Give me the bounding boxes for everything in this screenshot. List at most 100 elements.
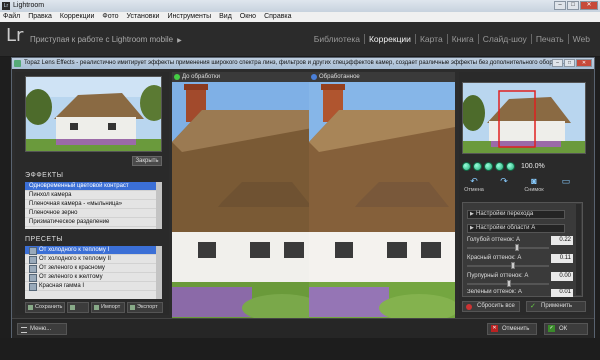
navigator-thumbnail[interactable] <box>462 82 586 154</box>
red-tint-label: Красный оттенок: A <box>467 255 522 261</box>
undo-tool[interactable]: ↶ Отмена <box>462 176 486 198</box>
tool-row: ↶ Отмена ↷ ◙ Снимок ▭ <box>462 176 586 198</box>
close-button[interactable]: Закрыть <box>132 156 162 166</box>
effect-item[interactable]: Одновременный цветовой контраст <box>25 182 162 191</box>
before-label: До обработки <box>182 74 220 80</box>
module-library[interactable]: Библиотека <box>310 34 365 44</box>
preset-item[interactable]: От зеленого к красному <box>25 264 162 273</box>
after-header: Обработанное <box>309 72 455 82</box>
zoom-fill-icon[interactable] <box>506 161 515 171</box>
module-book[interactable]: Книга <box>448 34 479 44</box>
cyan-tint-knob[interactable] <box>515 244 519 251</box>
right-panel-edge <box>595 57 600 338</box>
undo-icon: ↶ <box>470 176 478 186</box>
dialog-minimize-button[interactable]: – <box>552 59 563 67</box>
green-tint-control: Зеленый оттенок: A 0.01 <box>467 289 579 297</box>
menu-window[interactable]: Окно <box>240 12 256 22</box>
menu-settings[interactable]: Установки <box>127 12 160 22</box>
close-window-button[interactable]: ✕ <box>580 1 598 10</box>
camera-icon: ◙ <box>531 176 537 186</box>
effect-item[interactable]: Пленочная камера - «мыльница» <box>25 200 162 209</box>
magenta-tint-knob[interactable] <box>507 280 511 287</box>
adjustments-box: Настройки перехода Настройки области A Г… <box>462 202 583 297</box>
maximize-button[interactable]: □ <box>567 1 579 10</box>
adjustments-panel: 100.0% ↶Отмена ↷ ◙Снимок ▭ Настройки пер… <box>459 72 591 315</box>
preset-item[interactable]: От зеленого к желтому <box>25 273 162 282</box>
preset-toolbar: Сохранить Импорт Экспорт <box>25 302 169 313</box>
red-tint-knob[interactable] <box>511 262 515 269</box>
menu-help[interactable]: Справка <box>264 12 291 22</box>
module-map[interactable]: Карта <box>416 34 448 44</box>
import-button[interactable]: Импорт <box>91 302 125 313</box>
cyan-tint-label: Голубой оттенок: A <box>467 237 520 243</box>
lightroom-header: Lr Приступая к работе с Lightroom mobile… <box>0 22 600 56</box>
before-image[interactable] <box>172 82 318 328</box>
delete-preset-button[interactable] <box>67 302 89 313</box>
left-panel-edge <box>0 57 11 338</box>
reset-all-button[interactable]: Сбросить все <box>462 301 520 312</box>
green-tint-value[interactable]: 0.01 <box>551 289 573 297</box>
apply-button[interactable]: Применить <box>526 301 586 312</box>
module-picker: Библиотека Коррекции Карта Книга Слайд-ш… <box>310 34 594 44</box>
zoom-actual-icon[interactable] <box>495 161 504 171</box>
after-image[interactable] <box>309 82 455 328</box>
green-tint-label: Зеленый оттенок: A <box>467 289 522 295</box>
effect-item[interactable]: Пинхол камера <box>25 191 162 200</box>
snapshot-tool[interactable]: ◙ Снимок <box>522 176 546 198</box>
effects-list[interactable]: Одновременный цветовой контраст Пинхол к… <box>25 182 162 229</box>
module-develop[interactable]: Коррекции <box>365 34 416 44</box>
dialog-footer: Меню... Отменить ОК <box>12 318 594 338</box>
module-print[interactable]: Печать <box>532 34 569 44</box>
dialog-maximize-button[interactable]: □ <box>564 59 575 67</box>
cyan-tint-slider[interactable] <box>467 247 549 249</box>
redo-icon: ↷ <box>500 176 508 186</box>
presets-scrollbar[interactable] <box>156 246 162 299</box>
zoom-in-icon[interactable] <box>473 161 482 171</box>
module-web[interactable]: Web <box>569 34 594 44</box>
export-button[interactable]: Экспорт <box>127 302 163 313</box>
preset-item[interactable]: От холодного к теплому II <box>25 255 162 264</box>
window-title: Lightroom <box>13 2 45 9</box>
redo-tool[interactable]: ↷ <box>492 176 516 198</box>
arrow-right-icon: ▶ <box>177 38 182 44</box>
comment-tool[interactable]: ▭ <box>554 176 578 198</box>
magenta-tint-value[interactable]: 0.00 <box>551 272 573 281</box>
menu-tools[interactable]: Инструменты <box>167 12 211 22</box>
effect-item[interactable]: Пленочное зерно <box>25 209 162 218</box>
zoom-fit-icon[interactable] <box>484 161 493 171</box>
menu-edit[interactable]: Правка <box>28 12 52 22</box>
presets-list[interactable]: От холодного к теплому I От холодного к … <box>25 246 162 299</box>
dialog-title: Topaz Lens Effects - реалистично имитиру… <box>24 60 564 66</box>
zoom-level: 100.0% <box>521 162 545 170</box>
save-preset-button[interactable]: Сохранить <box>25 302 65 313</box>
adjustments-scrollbar[interactable] <box>576 204 581 295</box>
menu-button[interactable]: Меню... <box>17 323 67 335</box>
preset-item[interactable]: Красная гамма I <box>25 282 162 291</box>
after-indicator-icon <box>311 74 317 80</box>
effect-item[interactable]: Призматическое разделение <box>25 218 162 227</box>
area-a-settings-section[interactable]: Настройки области A <box>467 224 565 233</box>
menu-file[interactable]: Файл <box>3 12 20 22</box>
speech-bubble-icon: ▭ <box>561 176 571 186</box>
mobile-promo[interactable]: Приступая к работе с Lightroom mobile ▶ <box>30 35 182 44</box>
effects-panel: Закрыть ЭФФЕКТЫ Одновременный цветовой к… <box>15 72 169 315</box>
red-tint-slider[interactable] <box>467 265 549 267</box>
menu-photo[interactable]: Фото <box>102 12 118 22</box>
red-tint-value[interactable]: 0.11 <box>551 254 573 263</box>
cancel-button[interactable]: Отменить <box>487 323 537 335</box>
magenta-tint-label: Пурпурный оттенок: A <box>467 273 529 279</box>
transition-settings-section[interactable]: Настройки перехода <box>467 210 565 219</box>
effects-scrollbar[interactable] <box>156 182 162 229</box>
module-slideshow[interactable]: Слайд-шоу <box>479 34 532 44</box>
menu-develop[interactable]: Коррекции <box>60 12 95 22</box>
before-preview: До обработки <box>172 72 318 328</box>
after-label: Обработанное <box>319 74 360 80</box>
zoom-out-icon[interactable] <box>462 161 471 171</box>
preset-item[interactable]: От холодного к теплому I <box>25 246 162 255</box>
cyan-tint-value[interactable]: 0.22 <box>551 236 573 245</box>
minimize-button[interactable]: – <box>554 1 566 10</box>
ok-button[interactable]: ОК <box>544 323 588 335</box>
menu-view[interactable]: Вид <box>219 12 232 22</box>
dialog-close-button[interactable]: ✕ <box>576 59 592 67</box>
before-indicator-icon <box>174 74 180 80</box>
